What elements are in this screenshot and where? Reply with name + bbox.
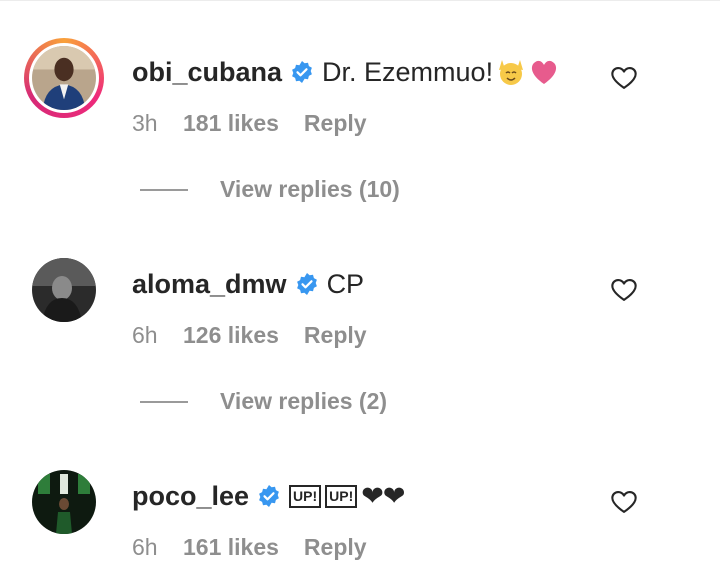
like-heart-icon[interactable] [610, 488, 638, 516]
username[interactable]: poco_lee [132, 481, 249, 512]
likes-count[interactable]: 126 likes [183, 322, 279, 349]
reply-button[interactable]: Reply [304, 110, 367, 137]
top-divider [0, 0, 720, 1]
verified-badge-icon [295, 272, 319, 296]
raising-hands-emoji-icon [495, 56, 527, 88]
avatar[interactable] [24, 38, 104, 118]
username[interactable]: obi_cubana [132, 57, 282, 88]
avatar[interactable] [32, 470, 96, 534]
comment-text: Dr. Ezemmuo! [322, 56, 494, 87]
comment-body: poco_lee UP! UP! ❤❤ [132, 476, 406, 516]
comment-timestamp: 3h [132, 110, 158, 136]
avatar-image [32, 258, 96, 322]
likes-count[interactable]: 181 likes [183, 110, 279, 137]
view-replies-label: View replies (2) [220, 388, 388, 414]
black-hearts-text: ❤❤ [361, 480, 405, 511]
avatar-image [32, 470, 96, 534]
comment-body: obi_cubana Dr. Ezemmuo! [132, 52, 559, 92]
comment-timestamp: 6h [132, 534, 158, 560]
view-replies-label: View replies (10) [220, 176, 400, 202]
view-replies-button[interactable]: View replies (10) [140, 176, 400, 203]
avatar[interactable] [32, 258, 96, 322]
pink-heart-emoji-icon [529, 58, 559, 86]
comment-text: CP [326, 268, 365, 299]
likes-count[interactable]: 161 likes [183, 534, 279, 561]
comment-body: aloma_dmw CP [132, 264, 364, 304]
like-heart-icon[interactable] [610, 64, 638, 92]
view-replies-button[interactable]: View replies (2) [140, 388, 387, 415]
reply-button[interactable]: Reply [304, 534, 367, 561]
up-emoji-icon: UP! [289, 484, 322, 508]
replies-divider [140, 188, 188, 191]
comment-meta: 6h 126 likes Reply [132, 322, 367, 349]
verified-badge-icon [257, 484, 281, 508]
verified-badge-icon [290, 60, 314, 84]
replies-divider [140, 400, 188, 403]
comment-timestamp: 6h [132, 322, 158, 348]
username[interactable]: aloma_dmw [132, 269, 287, 300]
comment-meta: 3h 181 likes Reply [132, 110, 367, 137]
avatar-image [32, 46, 96, 110]
up-emoji-icon: UP! [325, 484, 358, 508]
reply-button[interactable]: Reply [304, 322, 367, 349]
comment-meta: 6h 161 likes Reply [132, 534, 367, 561]
like-heart-icon[interactable] [610, 276, 638, 304]
